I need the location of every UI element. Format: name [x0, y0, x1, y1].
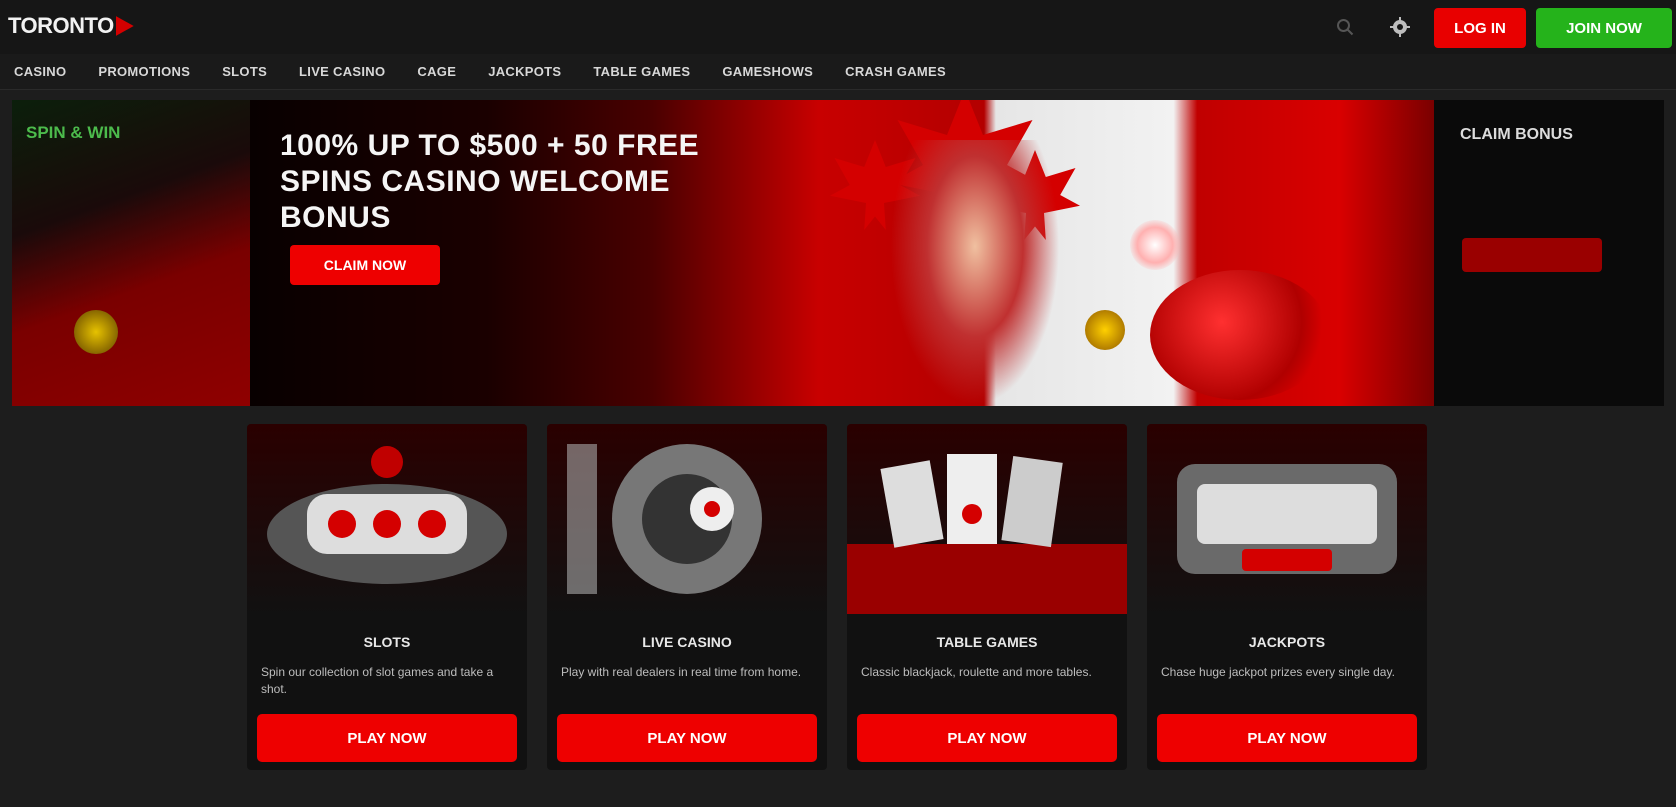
gear-icon[interactable] [1385, 12, 1415, 42]
nav-item-table-games[interactable]: TABLE GAMES [593, 64, 690, 79]
card-title: LIVE CASINO [642, 634, 732, 650]
top-bar: TORONTO LOG IN JOIN NOW [0, 0, 1676, 54]
card-live-casino[interactable]: LIVE CASINO Play with real dealers in re… [547, 424, 827, 770]
site-logo[interactable]: TORONTO [8, 12, 134, 40]
table-games-card-image [847, 424, 1127, 614]
nav-item-live-casino[interactable]: LIVE CASINO [299, 64, 385, 79]
casino-home-page: TORONTO LOG IN JOIN NOW CASINO PROMOTION [0, 0, 1676, 807]
nav-item-gameshows[interactable]: GAMESHOWS [722, 64, 813, 79]
next-slide-text: CLAIM BONUS [1460, 126, 1573, 143]
card-description: Classic blackjack, roulette and more tab… [861, 665, 1092, 679]
hero-claim-button[interactable]: CLAIM NOW [290, 245, 440, 285]
main-nav: CASINO PROMOTIONS SLOTS LIVE CASINO CAGE… [0, 54, 1676, 90]
card-description: Play with real dealers in real time from… [561, 665, 802, 679]
slots-card-image [247, 424, 527, 614]
card-title: JACKPOTS [1248, 634, 1326, 650]
hero-carousel: SPIN & WIN CLAIM BONUS [12, 100, 1664, 406]
card-slots[interactable]: SLOTS Spin our collection of slot games … [247, 424, 527, 770]
nav-item-cage[interactable]: CAGE [417, 64, 456, 79]
nav-item-crash-games[interactable]: CRASH GAMES [845, 64, 946, 79]
play-now-button[interactable]: PLAY NOW [257, 714, 517, 762]
red-balloon-decoration [1150, 270, 1330, 400]
next-slide-button[interactable] [1462, 238, 1602, 272]
jackpots-card-image [1147, 424, 1427, 614]
live-casino-card-image [547, 424, 827, 614]
character-illustration [890, 140, 1060, 406]
card-title: TABLE GAMES [936, 634, 1038, 650]
hero-title: 100% UP TO $500 + 50 FREE SPINS CASINO W… [280, 129, 700, 234]
search-icon[interactable] [1330, 12, 1360, 42]
card-table-games[interactable]: TABLE GAMES Classic blackjack, roulette … [847, 424, 1127, 770]
logo-mark-icon [115, 16, 134, 36]
nav-item-casino[interactable]: CASINO [14, 64, 66, 79]
game-category-cards: SLOTS Spin our collection of slot games … [247, 424, 1433, 770]
play-now-button[interactable]: PLAY NOW [557, 714, 817, 762]
previous-slide-text: SPIN & WIN [26, 123, 121, 142]
join-now-button[interactable]: JOIN NOW [1536, 8, 1672, 48]
card-description: Spin our collection of slot games and ta… [261, 665, 494, 696]
nav-item-promotions[interactable]: PROMOTIONS [98, 64, 190, 79]
coin-icon [1085, 310, 1125, 350]
hero-slide-previous[interactable]: SPIN & WIN [12, 100, 250, 406]
white-orb-decoration [1130, 220, 1180, 270]
play-now-button[interactable]: PLAY NOW [857, 714, 1117, 762]
coin-icon [74, 310, 118, 354]
nav-item-slots[interactable]: SLOTS [222, 64, 267, 79]
play-now-button[interactable]: PLAY NOW [1157, 714, 1417, 762]
nav-item-jackpots[interactable]: JACKPOTS [488, 64, 561, 79]
hero-slide-next[interactable]: CLAIM BONUS [1434, 100, 1664, 406]
card-description: Chase huge jackpot prizes every single d… [1161, 665, 1395, 679]
card-jackpots[interactable]: JACKPOTS Chase huge jackpot prizes every… [1147, 424, 1427, 770]
login-button[interactable]: LOG IN [1434, 8, 1526, 48]
logo-text: TORONTO [8, 13, 114, 38]
card-title: SLOTS [363, 634, 411, 650]
